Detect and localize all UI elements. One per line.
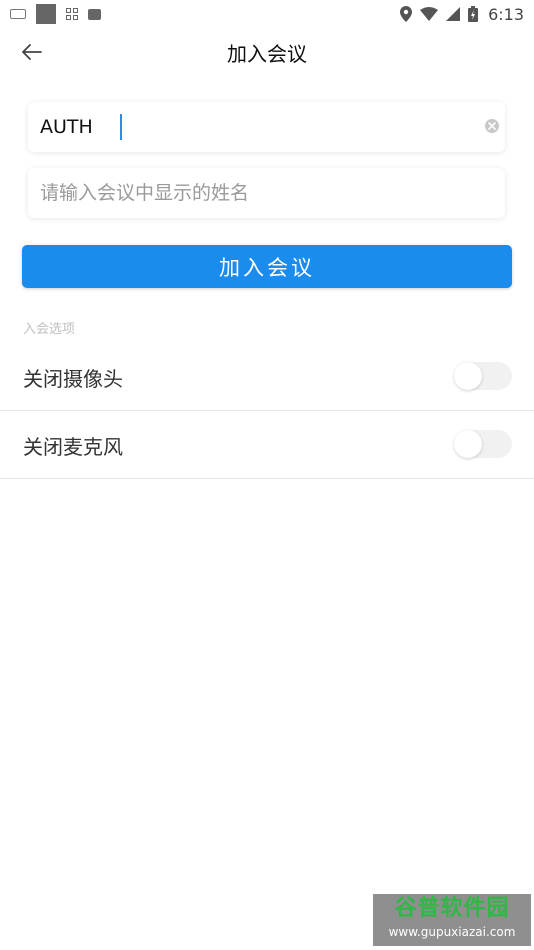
- message-icon: [88, 8, 101, 20]
- signal-icon: [446, 7, 461, 21]
- grid-icon: [66, 8, 78, 20]
- text-caret: [120, 114, 122, 140]
- meeting-id-field: [28, 102, 505, 152]
- keyboard-icon: [10, 9, 26, 19]
- join-meeting-button[interactable]: 加入会议: [22, 245, 512, 288]
- option-label-camera: 关闭摄像头: [23, 367, 123, 391]
- status-bar: 6:13: [0, 0, 534, 28]
- battery-icon: [468, 6, 479, 22]
- camera-off-toggle[interactable]: [454, 362, 512, 390]
- square-icon: [36, 4, 56, 24]
- option-label-microphone: 关闭麦克风: [23, 435, 123, 459]
- meeting-id-input[interactable]: [40, 102, 470, 152]
- status-time: 6:13: [488, 4, 524, 24]
- display-name-input[interactable]: [40, 168, 470, 218]
- top-bar: 加入会议: [0, 28, 534, 76]
- clear-input-button[interactable]: [485, 119, 499, 133]
- option-row-camera: 关闭摄像头: [0, 343, 534, 411]
- display-name-field: [28, 168, 505, 218]
- options-section-title: 入会选项: [23, 322, 76, 337]
- toggle-knob: [454, 430, 482, 458]
- microphone-off-toggle[interactable]: [454, 430, 512, 458]
- status-bar-right: 6:13: [400, 5, 524, 24]
- page-title: 加入会议: [227, 42, 307, 66]
- watermark-url: www.gupuxiazai.com: [388, 925, 516, 939]
- location-icon: [400, 6, 413, 22]
- watermark-logo: 谷普软件园: [394, 896, 510, 921]
- toggle-knob: [454, 362, 482, 390]
- option-row-microphone: 关闭麦克风: [0, 411, 534, 479]
- status-bar-left: [10, 4, 101, 24]
- watermark: 谷普软件园 www.gupuxiazai.com: [373, 894, 531, 946]
- close-icon: [488, 122, 496, 130]
- wifi-icon: [420, 7, 439, 21]
